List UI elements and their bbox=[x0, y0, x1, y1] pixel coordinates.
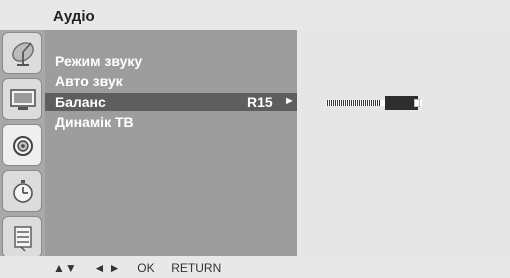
title-bar: Аудіо bbox=[0, 0, 510, 30]
menu-item-label: Динамік ТВ bbox=[55, 114, 134, 130]
menu-item-balance[interactable]: Баланс R15 ► bbox=[45, 93, 297, 111]
tv-osd-screen: Аудіо Режим звуку Авто звук Баланс R15 ►… bbox=[0, 0, 510, 278]
up-down-arrows-icon: ▲▼ bbox=[53, 261, 77, 275]
adjustment-panel bbox=[297, 30, 510, 256]
picture-monitor-icon[interactable] bbox=[2, 78, 42, 120]
menu-item-label: Режим звуку bbox=[55, 53, 143, 69]
satellite-dish-icon[interactable] bbox=[2, 32, 42, 74]
left-right-arrows-icon: ◄ ► bbox=[93, 261, 121, 275]
menu-title: Аудіо bbox=[53, 8, 95, 25]
setup-option-icon[interactable] bbox=[2, 216, 42, 258]
menu-item-tv-speaker[interactable]: Динамік ТВ bbox=[45, 113, 297, 131]
time-clock-icon[interactable] bbox=[2, 170, 42, 212]
category-icon-strip bbox=[0, 30, 45, 258]
submenu-arrow-icon: ► bbox=[284, 95, 295, 107]
menu-item-auto-sound[interactable]: Авто звук bbox=[45, 72, 297, 90]
menu-item-sound-mode[interactable]: Режим звуку bbox=[45, 52, 297, 70]
balance-slider[interactable] bbox=[326, 96, 422, 110]
audio-speaker-icon[interactable] bbox=[2, 124, 42, 166]
balance-slider-end bbox=[414, 99, 420, 107]
balance-value: R15 bbox=[247, 94, 273, 110]
ok-hint: OK bbox=[137, 261, 155, 275]
menu-item-label: Баланс bbox=[55, 94, 106, 110]
return-hint: RETURN bbox=[171, 261, 222, 275]
audio-menu-list: Режим звуку Авто звук Баланс R15 ► Динам… bbox=[45, 30, 297, 256]
navigation-hint-bar: ▲▼ ◄ ► OK RETURN bbox=[0, 256, 510, 278]
menu-item-label: Авто звук bbox=[55, 73, 123, 89]
